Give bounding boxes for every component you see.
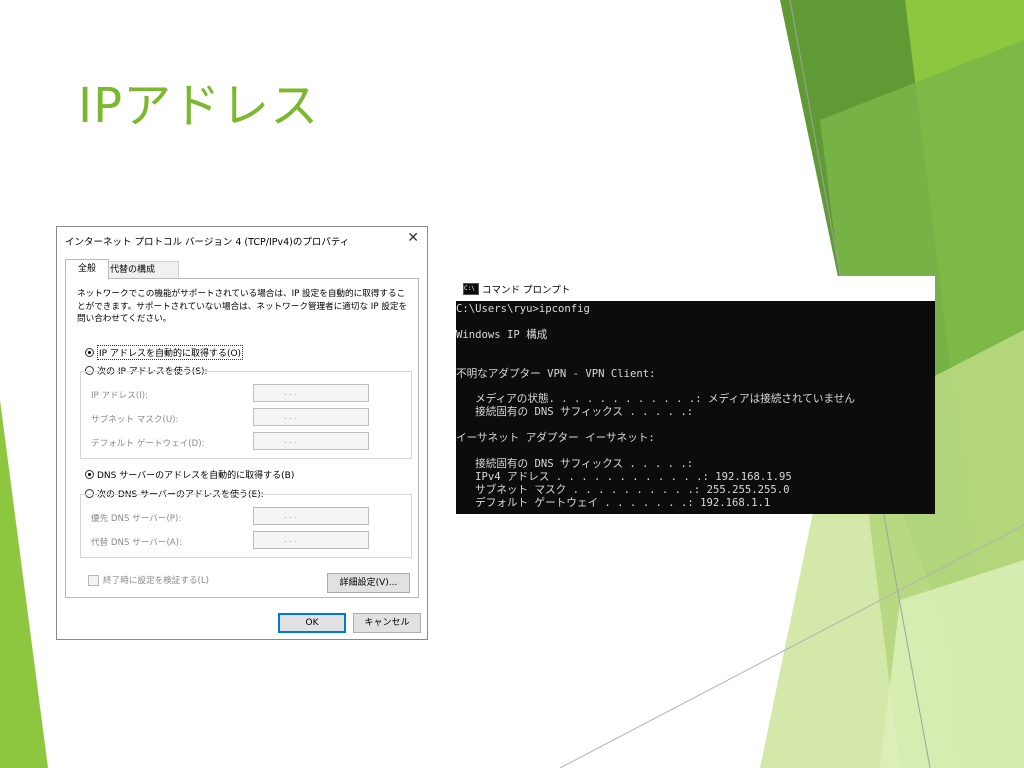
console-line: C:\Users\ryu>ipconfig <box>456 303 590 315</box>
deco-left-triangle <box>0 400 48 768</box>
dialog-title: インターネット プロトコル バージョン 4 (TCP/IPv4)のプロパティ <box>65 237 350 248</box>
subnet-mask-value: . . . <box>284 412 297 421</box>
command-prompt-window: C:\ コマンド プロンプト C:\Users\ryu>ipconfig Win… <box>456 276 935 514</box>
default-gateway-value: . . . <box>284 436 297 445</box>
ip-address-value: . . . <box>284 388 297 397</box>
console-line: IPv4 アドレス . . . . . . . . . . . .: 192.1… <box>456 470 792 483</box>
subnet-mask-field[interactable]: . . . <box>253 408 369 426</box>
advanced-button[interactable]: 詳細設定(V)... <box>327 573 410 593</box>
console-line: 接続固有の DNS サフィックス . . . . .: <box>456 457 694 470</box>
console-line: Windows IP 構成 <box>456 328 548 341</box>
description-text: ネットワークでこの機能がサポートされている場合は、IP 設定を自動的に取得するこ… <box>77 289 408 324</box>
console-line: デフォルト ゲートウェイ . . . . . . .: 192.168.1.1 <box>456 496 771 509</box>
subnet-mask-label: サブネット マスク(U): <box>91 415 179 425</box>
console-line: メディアの状態. . . . . . . . . . . .: メディアは接続さ… <box>456 393 855 406</box>
checkbox-icon <box>88 574 99 586</box>
cancel-button[interactable]: キャンセル <box>353 613 421 633</box>
console-output: C:\Users\ryu>ipconfig Windows IP 構成 不明なア… <box>456 301 935 516</box>
ip-manual-group: IP アドレス(I): . . . サブネット マスク(U): . . . デフ… <box>80 371 412 459</box>
ip-address-label: IP アドレス(I): <box>91 391 148 401</box>
tab-general[interactable]: 全般 <box>65 259 109 280</box>
console-line: イーサネット アダプター イーサネット: <box>456 432 655 445</box>
ip-address-field[interactable]: . . . <box>253 384 369 402</box>
console-line: サブネット マスク . . . . . . . . . .: 255.255.2… <box>456 483 790 496</box>
console-line: 不明なアダプター VPN - VPN Client: <box>456 367 656 380</box>
tcpip-properties-dialog: インターネット プロトコル バージョン 4 (TCP/IPv4)のプロパティ ✕… <box>56 226 428 640</box>
dns-auto-radio[interactable]: DNS サーバーのアドレスを自動的に取得する(B) <box>85 468 294 481</box>
console-titlebar: C:\ コマンド プロンプト <box>456 276 935 301</box>
close-icon[interactable]: ✕ <box>407 230 419 246</box>
ok-button[interactable]: OK <box>278 613 346 633</box>
general-tab-panel: ネットワークでこの機能がサポートされている場合は、IP 設定を自動的に取得するこ… <box>65 278 419 598</box>
default-gateway-field[interactable]: . . . <box>253 432 369 450</box>
validate-checkbox[interactable]: 終了時に設定を検証する(L) <box>88 574 209 586</box>
tab-alternate-config[interactable]: 代替の構成 <box>103 261 179 279</box>
alternate-dns-label: 代替 DNS サーバー(A): <box>91 538 182 548</box>
radio-selected-icon <box>85 348 94 357</box>
validate-label: 終了時に設定を検証する(L) <box>103 576 210 586</box>
slide-title: IPアドレス <box>78 78 320 134</box>
console-title: コマンド プロンプト <box>482 285 571 296</box>
alternate-dns-field[interactable]: . . . <box>253 531 369 549</box>
radio-selected-icon <box>85 470 94 479</box>
default-gateway-label: デフォルト ゲートウェイ(D): <box>91 439 205 449</box>
dns-manual-group: 優先 DNS サーバー(P): . . . 代替 DNS サーバー(A): . … <box>80 494 412 558</box>
preferred-dns-label: 優先 DNS サーバー(P): <box>91 514 182 524</box>
preferred-dns-value: . . . <box>284 511 297 520</box>
preferred-dns-field[interactable]: . . . <box>253 507 369 525</box>
ip-auto-label: IP アドレスを自動的に取得する(O) <box>97 345 244 360</box>
ip-auto-radio[interactable]: IP アドレスを自動的に取得する(O) <box>85 345 244 360</box>
alternate-dns-value: . . . <box>284 535 297 544</box>
console-line: 接続固有の DNS サフィックス . . . . .: <box>456 406 694 419</box>
console-icon: C:\ <box>463 283 479 295</box>
dns-auto-label: DNS サーバーのアドレスを自動的に取得する(B) <box>97 471 295 481</box>
